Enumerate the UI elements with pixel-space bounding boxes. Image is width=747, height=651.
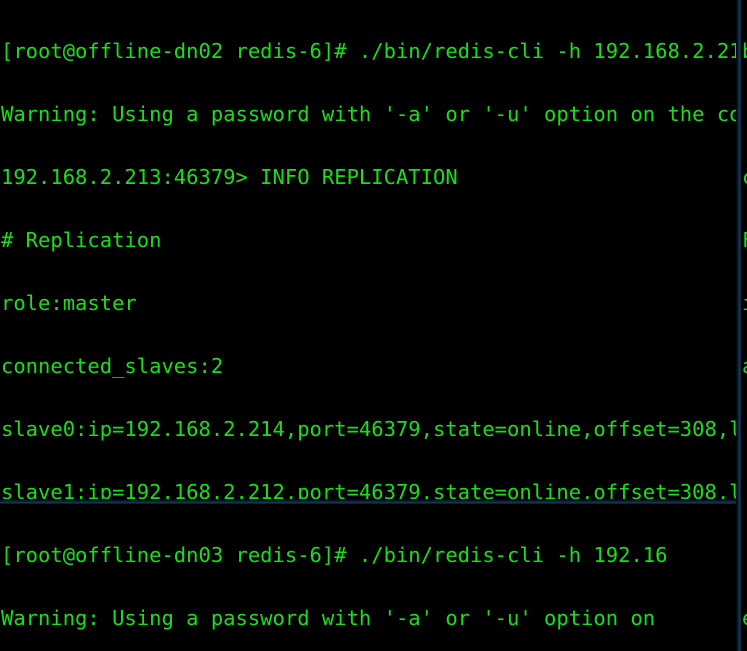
- terminal-line: # Replication: [1, 228, 162, 252]
- terminal-line: connected_slaves:2: [1, 354, 224, 378]
- terminal-window: [root@offline-dn02 redis-6]# ./bin/redis…: [0, 0, 747, 651]
- terminal-line: slave0:ip=192.168.2.214,port=46379,state…: [1, 417, 736, 441]
- terminal-line: F: [742, 228, 747, 253]
- terminal-line: i: [742, 291, 747, 316]
- right-pane-screen: b c F i a e h h 3: [741, 0, 747, 651]
- terminal-line: [root@offline-dn03 redis-6]# ./bin/redis…: [1, 543, 668, 567]
- terminal-pane-master[interactable]: [root@offline-dn02 redis-6]# ./bin/redis…: [0, 0, 736, 499]
- terminal-line: Warning: Using a password with '-a' or '…: [1, 102, 736, 126]
- terminal-pane-slave[interactable]: [root@offline-dn03 redis-6]# ./bin/redis…: [0, 504, 736, 651]
- slave-pane-screen: [root@offline-dn03 redis-6]# ./bin/redis…: [0, 504, 667, 651]
- terminal-line: b: [742, 39, 747, 64]
- terminal-line: 192.168.2.213:46379> INFO REPLICATION: [1, 165, 458, 189]
- terminal-line: slave1:ip=192.168.2.212,port=46379,state…: [1, 480, 736, 499]
- terminal-line: role:master: [1, 291, 137, 315]
- master-pane-screen: [root@offline-dn02 redis-6]# ./bin/redis…: [0, 0, 736, 499]
- terminal-line: a: [742, 354, 747, 379]
- terminal-line: c: [742, 165, 747, 190]
- terminal-pane-right-clipped[interactable]: b c F i a e h h 3: [741, 0, 747, 651]
- terminal-line: Warning: Using a password with '-a' or '…: [1, 606, 668, 630]
- terminal-line: [root@offline-dn02 redis-6]# ./bin/redis…: [1, 39, 736, 63]
- terminal-line: e: [742, 606, 747, 631]
